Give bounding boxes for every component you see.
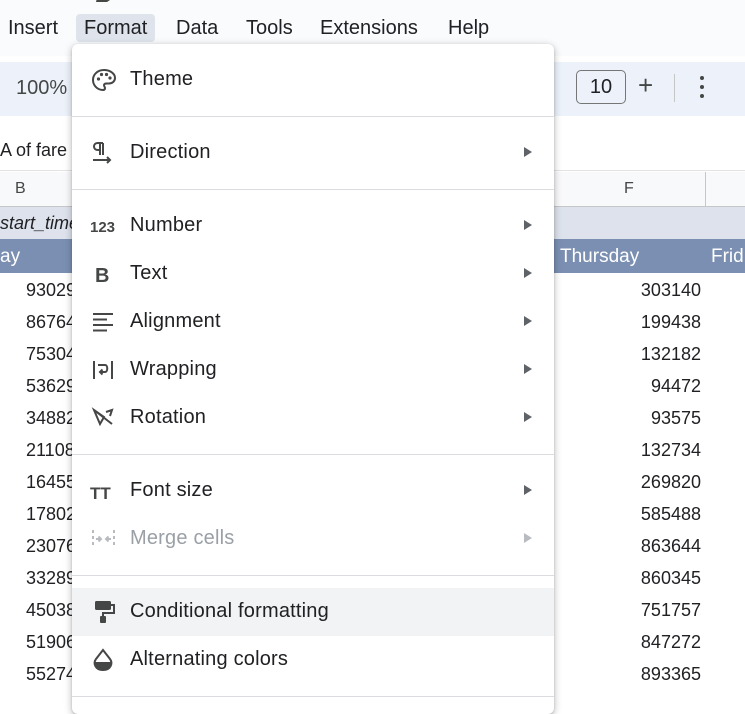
menu-divider [72, 696, 554, 697]
cell-b[interactable]: 53629 [26, 376, 76, 397]
cell-f[interactable]: 863644 [641, 536, 701, 557]
cell-f[interactable]: 199438 [641, 312, 701, 333]
cell-f[interactable]: 269820 [641, 472, 701, 493]
menu-extensions[interactable]: Extensions [312, 14, 426, 42]
menu-item-label: Alignment [130, 310, 221, 332]
svg-text:B: B [95, 265, 109, 286]
cell-b[interactable]: 16455 [26, 472, 76, 493]
more-options-icon[interactable] [692, 74, 712, 104]
menu-item-alternating-colors[interactable]: Alternating colors [72, 636, 554, 684]
menu-item-alignment[interactable]: Alignment [72, 298, 554, 346]
bold-icon: B [95, 265, 109, 286]
menu-item-rotation[interactable]: Rotation [72, 394, 554, 442]
day-header-cell[interactable]: ay [0, 246, 20, 268]
submenu-arrow-icon [524, 147, 532, 157]
menu-item-wrapping[interactable]: Wrapping [72, 346, 554, 394]
text-direction-icon [92, 142, 112, 164]
menu-item-label: Number [130, 214, 203, 236]
cell-b[interactable]: 55274 [26, 664, 76, 685]
menu-item-label: Wrapping [130, 358, 217, 380]
submenu-arrow-icon [524, 412, 532, 422]
cell-f[interactable]: 303140 [641, 280, 701, 301]
start-time-cell[interactable]: start_time [0, 213, 79, 234]
cell-f[interactable]: 585488 [641, 504, 701, 525]
formula-bar-content[interactable]: A of fare [0, 140, 67, 161]
toolbar-divider [674, 74, 675, 102]
increase-font-size-button[interactable]: + [638, 70, 653, 101]
menu-item-conditional-formatting[interactable]: Conditional formatting [72, 588, 554, 636]
submenu-arrow-icon [524, 316, 532, 326]
menu-divider [72, 575, 554, 576]
text-rotation-icon [91, 407, 114, 427]
menu-item-label: Font size [130, 479, 213, 501]
cell-b[interactable]: 45038 [26, 600, 76, 621]
menu-item-label: Text [130, 262, 168, 284]
cell-b[interactable]: 33289 [26, 568, 76, 589]
cell-b[interactable]: 51906 [26, 632, 76, 653]
menu-item-label: Conditional formatting [130, 600, 329, 622]
merge-cells-icon [92, 530, 115, 548]
svg-text:TT: TT [90, 484, 111, 503]
cell-f[interactable]: 893365 [641, 664, 701, 685]
submenu-arrow-icon [524, 268, 532, 278]
menu-insert[interactable]: Insert [0, 14, 66, 42]
paint-roller-icon [95, 601, 115, 623]
menu-item-label: Direction [130, 141, 211, 163]
menu-item-merge-cells: Merge cells [72, 515, 554, 563]
cell-f[interactable]: 847272 [641, 632, 701, 653]
cell-b[interactable]: 86764 [26, 312, 76, 333]
submenu-arrow-icon [524, 533, 532, 543]
star-icon[interactable] [0, 0, 745, 2]
cell-b[interactable]: 93029 [26, 280, 76, 301]
cell-f[interactable]: 94472 [651, 376, 701, 397]
menu-divider [72, 116, 554, 117]
submenu-arrow-icon [524, 485, 532, 495]
number-format-icon: 123 [90, 219, 115, 236]
menu-item-font-size[interactable]: TT Font size [72, 467, 554, 515]
zoom-select[interactable]: 100% [16, 77, 67, 100]
menu-item-direction[interactable]: Direction [72, 129, 554, 177]
submenu-arrow-icon [524, 220, 532, 230]
cell-f[interactable]: 132182 [641, 344, 701, 365]
menu-item-label: Theme [130, 68, 194, 90]
thursday-header-cell[interactable]: Thursday [560, 246, 639, 268]
menu-item-text[interactable]: B Text [72, 250, 554, 298]
align-left-icon [93, 313, 113, 332]
menu-item-label: Merge cells [130, 527, 235, 549]
column-header-f[interactable]: F [624, 180, 634, 198]
cell-b[interactable]: 23076 [26, 536, 76, 557]
menu-help[interactable]: Help [440, 14, 497, 42]
menu-item-number[interactable]: 123 Number [72, 202, 554, 250]
column-header-b[interactable]: B [15, 180, 26, 198]
menu-divider [72, 454, 554, 455]
svg-text:123: 123 [90, 219, 115, 236]
palette-icon [91, 68, 117, 92]
format-menu-dropdown: Theme Direction 123 Number B Text Alignm… [72, 44, 554, 714]
cell-b[interactable]: 21108 [26, 440, 75, 461]
menu-tools[interactable]: Tools [238, 14, 301, 42]
submenu-arrow-icon [524, 364, 532, 374]
menu-item-theme[interactable]: Theme [72, 56, 554, 104]
cell-f[interactable]: 93575 [651, 408, 701, 429]
color-drop-icon [93, 648, 113, 672]
cell-f[interactable]: 860345 [641, 568, 701, 589]
menu-item-label: Alternating colors [130, 648, 289, 670]
cell-b[interactable]: 17802 [26, 504, 76, 525]
column-divider[interactable] [705, 172, 706, 206]
cell-f[interactable]: 132734 [641, 440, 701, 461]
friday-header-cell[interactable]: Frid [711, 246, 744, 268]
menu-divider [72, 189, 554, 190]
menu-format[interactable]: Format [76, 14, 156, 42]
cell-f[interactable]: 751757 [641, 600, 701, 621]
menu-item-label: Rotation [130, 406, 207, 428]
text-wrap-icon [93, 361, 113, 379]
cell-b[interactable]: 75304 [26, 344, 76, 365]
cell-b[interactable]: 34882 [26, 408, 76, 429]
font-size-input[interactable]: 10 [576, 70, 626, 104]
menu-data[interactable]: Data [168, 14, 226, 42]
font-size-icon: TT [90, 484, 111, 503]
